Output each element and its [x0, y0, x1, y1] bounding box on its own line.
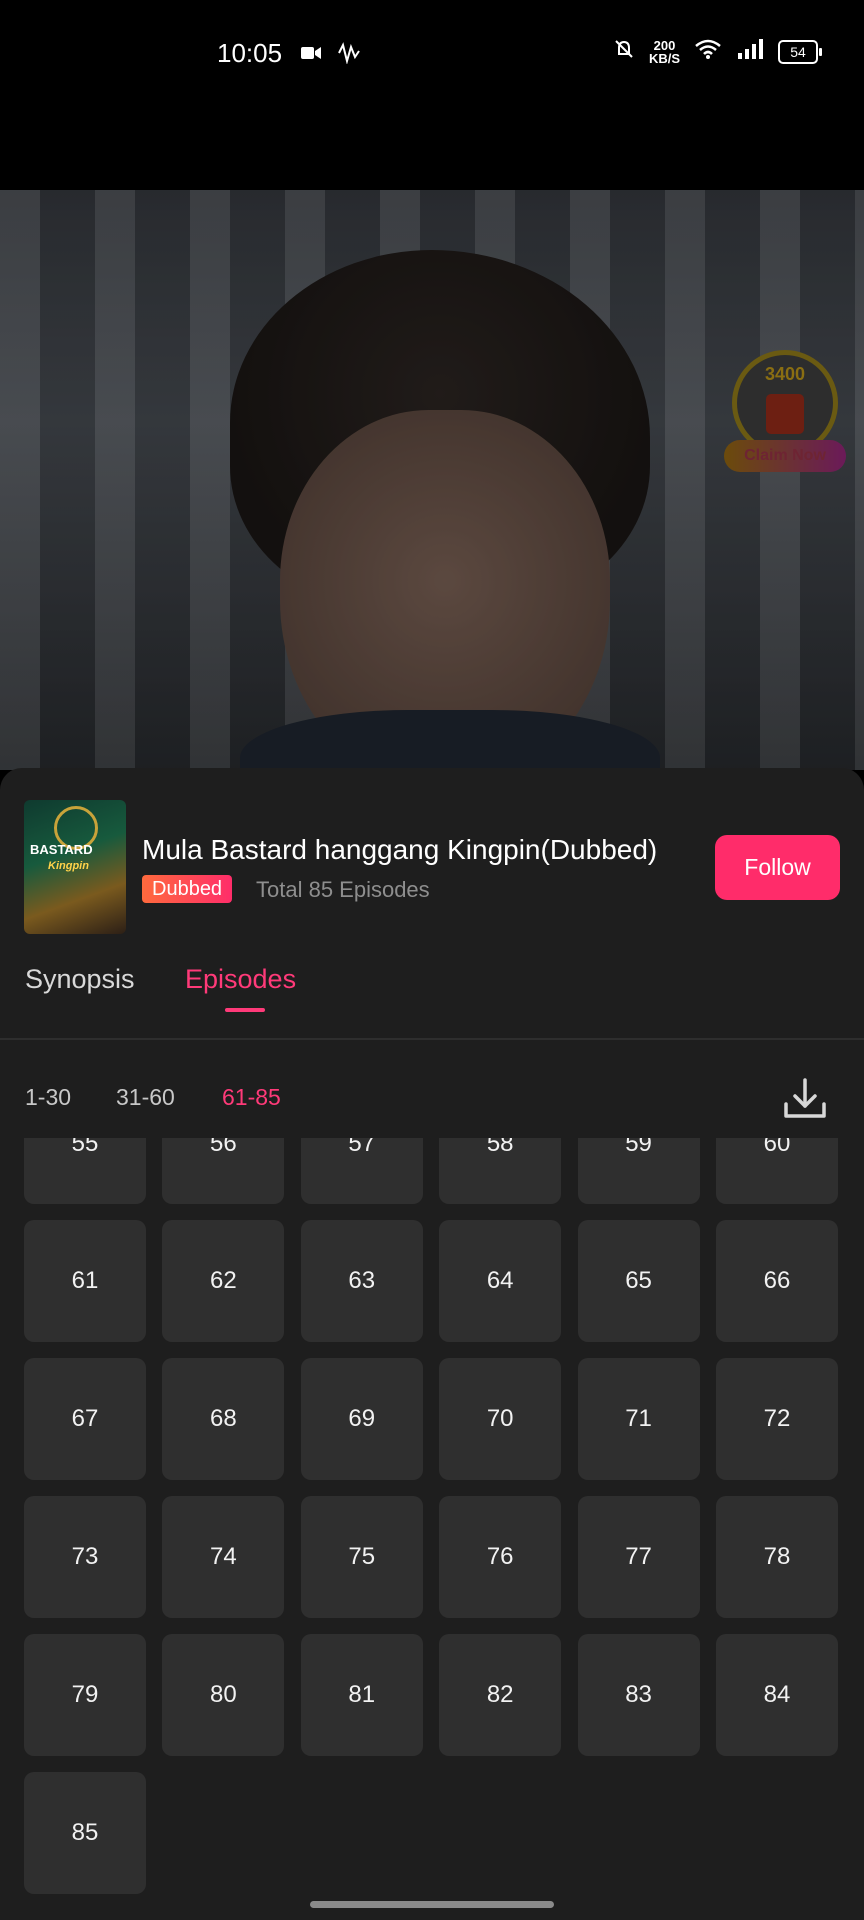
video-player[interactable]: 3400 Claim Now [0, 190, 864, 770]
episode-tile[interactable]: 81 [300, 1634, 423, 1756]
divider [0, 1038, 864, 1040]
episode-grid: 55 56 57 58 59 60 61 62 63 64 65 66 67 6… [24, 1138, 838, 1894]
episode-tile[interactable]: 74 [162, 1496, 285, 1618]
status-icons-left [300, 42, 362, 69]
episode-tile[interactable]: 77 [577, 1496, 700, 1618]
episode-tile[interactable]: 79 [24, 1634, 146, 1756]
tab-bar: Synopsis Episodes [0, 964, 864, 1034]
episode-tile[interactable]: 58 [439, 1138, 562, 1204]
follow-button[interactable]: Follow [715, 835, 840, 900]
episode-tile[interactable]: 83 [577, 1634, 700, 1756]
range-61-85[interactable]: 61-85 [222, 1084, 281, 1111]
claim-now-button[interactable]: Claim Now [724, 440, 846, 472]
status-bar: 10:05 200 KB/S 54 [0, 0, 864, 190]
status-time: 10:05 [217, 38, 283, 68]
drama-title: Mula Bastard hanggang Kingpin(Dubbed) [142, 834, 658, 865]
episode-tile[interactable]: 57 [300, 1138, 423, 1204]
episodes-sheet: BASTARD Kingpin Mula Bastard hanggang Ki… [0, 768, 864, 1920]
episode-tile[interactable]: 56 [162, 1138, 285, 1204]
dubbed-badge: Dubbed [142, 875, 233, 903]
network-speed: 200 KB/S [649, 39, 680, 65]
episode-grid-scroll[interactable]: 55 56 57 58 59 60 61 62 63 64 65 66 67 6… [0, 1138, 864, 1908]
episode-range-selector: 1-30 31-60 61-85 [0, 1084, 864, 1124]
poster-logo: BASTARD [30, 842, 93, 857]
episode-tile[interactable]: 64 [439, 1220, 562, 1342]
episode-tile[interactable]: 75 [300, 1496, 423, 1618]
episode-tile[interactable]: 85 [24, 1772, 146, 1894]
speed-unit: KB/S [648, 50, 680, 66]
episode-tile[interactable]: 78 [715, 1496, 838, 1618]
total-episodes: Total 85 Episodes [256, 877, 430, 902]
red-envelope-icon [766, 394, 804, 434]
range-31-60[interactable]: 31-60 [116, 1084, 175, 1111]
tab-episodes[interactable]: Episodes [185, 964, 296, 995]
episode-tile[interactable]: 65 [577, 1220, 700, 1342]
episode-tile[interactable]: 55 [24, 1138, 146, 1204]
episode-tile[interactable]: 84 [715, 1634, 838, 1756]
episode-tile[interactable]: 82 [439, 1634, 562, 1756]
reward-amount: 3400 [764, 364, 806, 384]
episode-tile[interactable]: 62 [162, 1220, 285, 1342]
episode-tile[interactable]: 68 [162, 1358, 285, 1480]
episode-tile[interactable]: 80 [162, 1634, 285, 1756]
poster-subtitle: Kingpin [48, 860, 89, 872]
episode-tile[interactable]: 61 [24, 1220, 146, 1342]
episode-tile[interactable]: 73 [24, 1496, 146, 1618]
bell-muted-icon [613, 38, 635, 65]
drama-poster[interactable]: BASTARD Kingpin [24, 800, 126, 934]
battery-icon: 54 [778, 39, 822, 64]
episode-tile[interactable]: 67 [24, 1358, 146, 1480]
home-indicator[interactable] [310, 1901, 554, 1908]
wave-sync-icon [336, 42, 362, 69]
reward-widget[interactable]: 3400 Claim Now [724, 350, 846, 480]
video-camera-icon [300, 44, 322, 67]
episode-tile[interactable]: 70 [439, 1358, 562, 1480]
range-1-30[interactable]: 1-30 [25, 1084, 71, 1111]
signal-icon [736, 38, 764, 65]
episode-tile[interactable]: 63 [300, 1220, 423, 1342]
episode-tile[interactable]: 59 [577, 1138, 700, 1204]
episode-tile[interactable]: 66 [715, 1220, 838, 1342]
episode-tile[interactable]: 76 [439, 1496, 562, 1618]
episode-tile[interactable]: 72 [715, 1358, 838, 1480]
video-dim-overlay [0, 190, 864, 770]
wifi-icon [694, 38, 722, 65]
download-icon[interactable] [780, 1074, 830, 1124]
active-tab-indicator [225, 1008, 265, 1012]
episode-tile[interactable]: 69 [300, 1358, 423, 1480]
status-icons-right: 200 KB/S 54 [613, 38, 822, 65]
episode-tile[interactable]: 60 [715, 1138, 838, 1204]
speed-value: 200 [653, 37, 676, 53]
tab-synopsis[interactable]: Synopsis [25, 964, 135, 995]
episode-tile[interactable]: 71 [577, 1358, 700, 1480]
